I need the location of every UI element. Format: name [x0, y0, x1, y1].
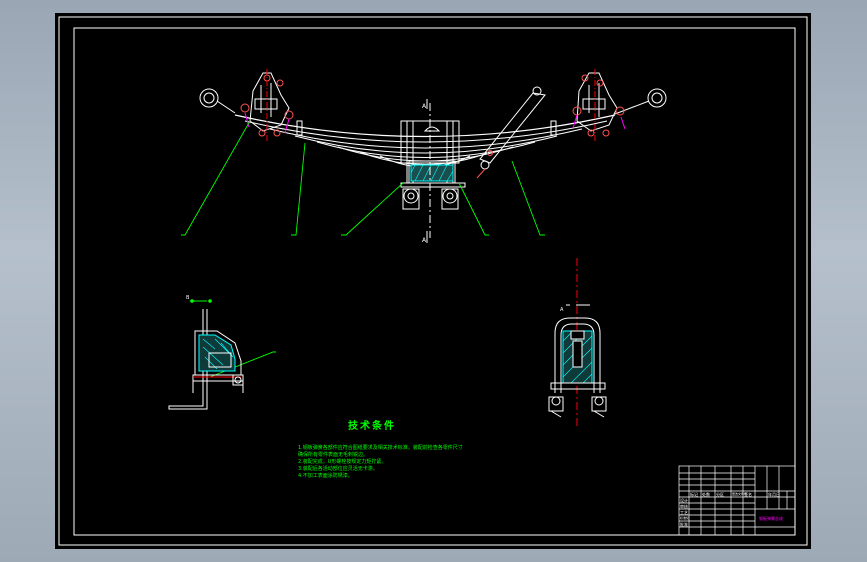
section-mark-bottom: A [422, 237, 427, 244]
technical-note-4: 4.不加工表面涂防锈漆。 [298, 473, 353, 479]
technical-note-2: 2.装配完成，U形螺栓按规定力矩拧紧。 [298, 459, 387, 465]
title-block-header-3: 分区 [716, 492, 724, 497]
title-block-header-1: 标记 [690, 492, 698, 497]
u-bolt-nut-right [442, 188, 458, 204]
leader-lines [181, 120, 545, 378]
technical-note-3: 3.装配后各活动部位应灵活无卡滞。 [298, 466, 378, 472]
title-block-header-2: 处数 [702, 492, 710, 497]
technical-requirements-title: 技术条件 [348, 421, 396, 432]
axle-clamp-section-view: A [548, 258, 607, 429]
title-block [678, 465, 796, 536]
title-block-header-6: 年月日 [768, 492, 780, 497]
leaf-spring-main-view [199, 69, 667, 238]
section-mark-a-right: A [560, 307, 564, 313]
title-block-header-5: 签名 [744, 492, 752, 497]
right-spring-eye [647, 88, 667, 108]
inner-frame [73, 27, 796, 536]
title-block-role-approve: 批准 [680, 522, 688, 527]
cad-drawing: A A B A [58, 16, 808, 546]
technical-note-1-cont: 确保所有零件表面无毛刺锐边。 [298, 452, 369, 458]
title-block-role-design: 设计 [680, 498, 688, 503]
left-spring-eye [199, 88, 219, 108]
title-block-drawing-name: 钢板弹簧总成 [759, 516, 783, 521]
title-block-role-review: 审核 [680, 504, 688, 509]
title-block-role-standard: 标准化 [680, 516, 690, 520]
title-block-role-process: 工艺 [680, 510, 688, 515]
bracket-section-view: B [168, 295, 244, 410]
cad-viewport[interactable]: A A B A 技术条件 1.钢板弹簧各部件应符合图纸要求及相关技术标准，装配前… [55, 13, 811, 549]
section-mark-top: A [422, 103, 427, 110]
section-mark-b: B [186, 295, 190, 301]
u-bolt-nut-left [403, 188, 419, 204]
technical-note-1: 1.钢板弹簧各部件应符合图纸要求及相关技术标准，装配前检查各零件尺寸 [298, 445, 463, 451]
